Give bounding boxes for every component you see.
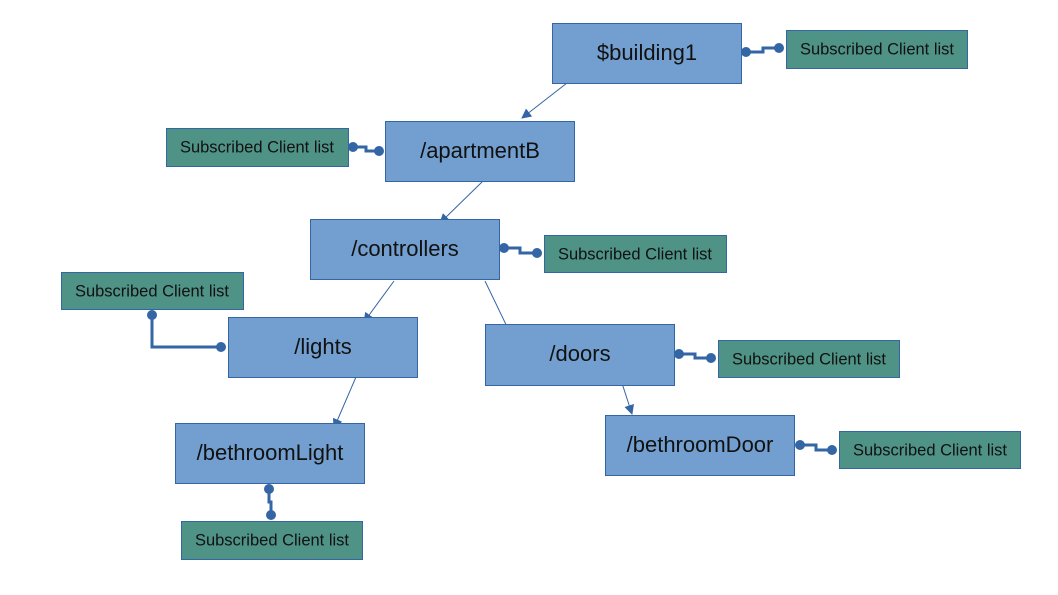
client-list-label: Subscribed Client list — [195, 531, 349, 549]
connector-controllers — [499, 243, 542, 258]
node-label: /lights — [294, 334, 351, 359]
client-list-label: Subscribed Client list — [853, 441, 1007, 459]
node-label: /bethroomLight — [197, 440, 344, 465]
client-list-doors[interactable]: Subscribed Client list — [718, 340, 900, 378]
client-list-label: Subscribed Client list — [180, 138, 334, 156]
node-bethroomLight[interactable]: /bethroomLight — [175, 423, 365, 484]
client-list-lights[interactable]: Subscribed Client list — [61, 272, 244, 310]
node-doors[interactable]: /doors — [485, 324, 675, 386]
connector-building1 — [741, 43, 784, 57]
node-label: /apartmentB — [420, 138, 540, 163]
edge-building1-apartmentB — [521, 82, 568, 119]
node-bethroomDoor[interactable]: /bethroomDoor — [605, 415, 795, 476]
node-controllers[interactable]: /controllers — [310, 219, 500, 280]
client-list-label: Subscribed Client list — [558, 245, 712, 263]
node-lights[interactable]: /lights — [228, 317, 418, 378]
node-building1[interactable]: $building1 — [552, 23, 742, 84]
client-list-apartmentB[interactable]: Subscribed Client list — [166, 128, 349, 167]
node-label: $building1 — [597, 40, 697, 65]
connector-bethroomDoor — [795, 440, 837, 455]
node-label: /doors — [549, 341, 610, 366]
client-list-controllers[interactable]: Subscribed Client list — [544, 235, 727, 273]
topic-tree-diagram: $building1 /apartmentB /controllers /lig… — [61, 23, 1021, 560]
connector-bethroomLight — [264, 484, 276, 520]
client-list-building1[interactable]: Subscribed Client list — [786, 30, 968, 69]
connector-apartmentB — [348, 142, 384, 156]
node-label: /controllers — [351, 236, 459, 261]
client-list-label: Subscribed Client list — [800, 40, 954, 58]
edge-apartmentB-controllers — [439, 180, 484, 224]
client-list-label: Subscribed Client list — [75, 282, 229, 300]
connector-doors — [674, 349, 716, 363]
node-apartmentB[interactable]: /apartmentB — [385, 121, 575, 182]
node-label: /bethroomDoor — [627, 432, 774, 457]
client-list-label: Subscribed Client list — [732, 350, 886, 368]
client-list-bethroomDoor[interactable]: Subscribed Client list — [839, 431, 1021, 469]
connector-lights — [147, 310, 226, 352]
edge-lights-bethroomLight — [332, 376, 357, 429]
client-list-bethroomLight[interactable]: Subscribed Client list — [181, 521, 363, 560]
edge-controllers-lights — [363, 280, 395, 323]
